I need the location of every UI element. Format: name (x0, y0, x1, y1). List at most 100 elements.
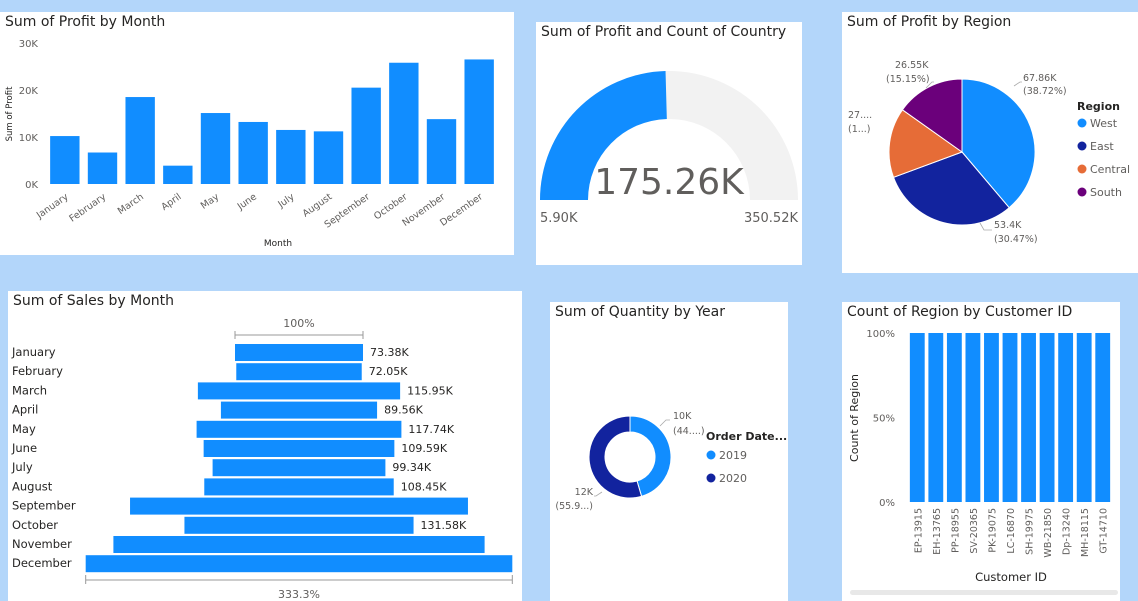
funnel-bar-june (203, 440, 395, 457)
profit-by-month-chart: 0K 10K 20K 30K JanuaryFebruary March April May J… (5, 39, 494, 249)
leader-line (659, 419, 670, 427)
y-tick-label: 0% (879, 498, 895, 509)
x-tick-label: LC-16870 (1006, 508, 1017, 554)
funnel-category-label: November (12, 537, 72, 551)
bar-pp-18955 (946, 333, 962, 502)
bar-october (389, 62, 419, 184)
bar-gt-14710 (1095, 333, 1111, 502)
x-tick-label: PK-19075 (987, 508, 998, 553)
x-tick-label: February (67, 191, 108, 224)
bar-april (163, 165, 193, 184)
funnel-bar-october (184, 516, 414, 534)
legend-marker-east (1077, 141, 1087, 151)
legend-label-east: East (1090, 140, 1114, 153)
profit-by-region-chart: 67.86K (38.72%) 53.4K (30.47%) 27.... (1...) 2… (848, 60, 1130, 245)
x-tick-label: SH-19975 (1025, 508, 1036, 555)
funnel-category-label: June (11, 441, 37, 455)
funnel-data-label: 73.38K (370, 346, 409, 359)
x-tick-label: PP-18955 (950, 508, 961, 553)
profit-by-region-card[interactable]: Sum of Profit by Region 67.86K (38.72%) 53… (842, 12, 1138, 273)
x-tick-label: May (199, 191, 222, 211)
funnel-data-label: 117.74K (408, 423, 454, 436)
funnel-bar-january (235, 344, 363, 361)
gauge-chart: 175.26K 5.90K 350.52K (540, 71, 798, 226)
funnel-bottom-percent: 333.3% (278, 588, 320, 601)
funnel-bar-september (130, 497, 468, 515)
legend-label-south: South (1090, 186, 1122, 199)
funnel-data-label: 72.05K (369, 365, 408, 378)
funnel-data-label: 108.45K (401, 480, 447, 493)
x-tick-label: January (34, 191, 71, 221)
bar-wb-21850 (1039, 333, 1055, 502)
funnel-data-label: 89.56K (384, 404, 423, 417)
y-axis-title: Count of Region (848, 374, 861, 462)
x-tick-label: EP-13915 (913, 508, 924, 553)
x-tick-label: WB-21850 (1043, 508, 1054, 558)
legend-label-west: West (1090, 117, 1118, 130)
legend-marker-2020 (706, 473, 716, 483)
region-by-customer-card[interactable]: Count of Region by Customer ID 0% 50% 100%… (842, 302, 1120, 601)
x-tick-label: August (301, 191, 335, 219)
data-label-south-pct: (15.15%) (886, 74, 930, 85)
x-axis-title: Month (264, 239, 292, 249)
legend-title: Region (1077, 100, 1120, 113)
bar-eh-13765 (928, 333, 944, 502)
horizontal-scrollbar[interactable] (850, 590, 1118, 595)
sales-by-month-card[interactable]: Sum of Sales by Month 100% January 73.38K F… (8, 291, 522, 601)
legend-label-2019: 2019 (719, 449, 747, 462)
leader-line (1013, 81, 1022, 87)
bar-may (200, 113, 231, 184)
funnel-category-label: April (12, 403, 38, 417)
funnel-data-label: 109.59K (401, 442, 447, 455)
x-tick-label: December (438, 191, 485, 228)
funnel-category-label: July (11, 460, 33, 474)
x-tick-label: GT-14710 (1099, 508, 1110, 554)
y-tick-label: 20K (19, 86, 39, 97)
data-label-west: 67.86K (1023, 73, 1057, 84)
funnel-bar-march (197, 382, 401, 400)
data-label-west-pct: (38.72%) (1023, 86, 1067, 97)
funnel-category-label: February (12, 364, 63, 378)
legend-label-2020: 2020 (719, 472, 747, 485)
bar-mh-18115 (1076, 333, 1092, 502)
leader-line (979, 222, 992, 231)
bar-lc-16870 (1002, 333, 1018, 502)
legend-label-central: Central (1090, 163, 1130, 176)
gauge-card[interactable]: Sum of Profit and Count of Country 175.2… (536, 22, 802, 265)
data-label-2020-pct: (55.9...) (555, 501, 593, 512)
bar-december (464, 59, 494, 185)
region-by-customer-chart: 0% 50% 100% EP-13915 EH-13765 PP-18955 SV-2036… (848, 329, 1111, 584)
funnel-bar-august (204, 478, 394, 496)
gauge-min-label: 5.90K (540, 211, 578, 226)
funnel-category-label: May (12, 422, 36, 436)
profit-by-month-card[interactable]: Sum of Profit by Month 0K 10K 20K 30K Januar… (0, 12, 514, 255)
funnel-category-label: October (12, 518, 58, 532)
bar-pk-19075 (984, 333, 999, 502)
leader-line (594, 491, 603, 497)
quantity-by-year-card[interactable]: Sum of Quantity by Year 10K (44....) 12K (5… (550, 302, 788, 601)
bar-february (87, 152, 118, 184)
bar-july (276, 129, 306, 184)
funnel-top-percent: 100% (283, 317, 314, 330)
legend-title: Order Date... (706, 430, 787, 443)
funnel-bar-april (220, 401, 378, 419)
data-label-2019: 10K (673, 411, 692, 422)
x-axis-title: Customer ID (975, 570, 1047, 584)
bar-ep-13915 (909, 333, 925, 502)
data-label-south: 26.55K (895, 60, 929, 71)
x-tick-label: MH-18115 (1080, 508, 1091, 557)
legend-marker-south (1077, 187, 1087, 197)
bar-june (238, 121, 268, 184)
x-tick-label: SV-20365 (969, 508, 980, 554)
x-tick-label: July (275, 191, 296, 211)
funnel-bar-may (196, 420, 402, 438)
gauge-max-label: 350.52K (744, 211, 798, 226)
funnel-bar-july (212, 459, 386, 477)
bar-november (426, 119, 457, 184)
x-tick-label: April (159, 191, 183, 212)
funnel-category-label: December (12, 556, 72, 570)
x-tick-label: March (116, 191, 146, 217)
y-tick-label: 10K (19, 133, 39, 144)
funnel-bar-february (236, 363, 362, 381)
x-tick-label: Dp-13240 (1062, 508, 1073, 555)
